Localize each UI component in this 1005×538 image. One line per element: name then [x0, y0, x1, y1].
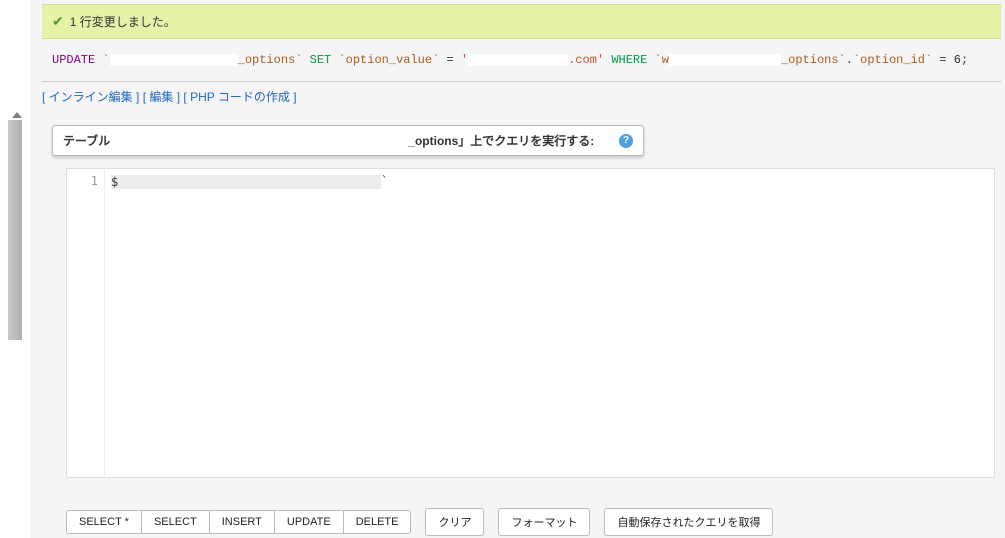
delete-button[interactable]: DELETE	[343, 510, 412, 534]
sql-token: _options`	[781, 53, 846, 67]
redacted-span	[669, 54, 781, 66]
sql-token: `	[102, 53, 109, 67]
insert-button[interactable]: INSERT	[209, 510, 274, 534]
help-icon[interactable]: ?	[619, 134, 633, 148]
table-label: テーブル	[63, 132, 110, 149]
sql-keyword-where: WHERE	[611, 53, 647, 67]
sql-token: 6	[954, 53, 961, 67]
sql-editor[interactable]: 1 $`	[66, 168, 995, 478]
select-star-button[interactable]: SELECT *	[66, 510, 141, 534]
left-sidebar-gutter	[0, 0, 30, 538]
sql-template-button-group: SELECT * SELECT INSERT UPDATE DELETE	[66, 510, 411, 534]
check-icon: ✔	[52, 13, 64, 30]
sql-token: ;	[961, 53, 968, 67]
create-php-code-link[interactable]: PHP コードの作成	[190, 90, 290, 104]
edit-link[interactable]: 編集	[149, 90, 173, 104]
editor-line-gutter: 1	[67, 169, 105, 477]
redacted-span	[468, 54, 568, 66]
sql-token: `w	[655, 53, 669, 67]
query-target-header: テーブル _options」上でクエリを実行する: ?	[52, 125, 644, 156]
sql-token: `option_id`	[853, 53, 932, 67]
success-message: 1 行変更しました。	[70, 13, 176, 30]
select-button[interactable]: SELECT	[141, 510, 209, 534]
collapse-arrow-icon[interactable]	[12, 112, 22, 118]
sql-query-display: UPDATE ` _options` SET `option_value` = '…	[52, 53, 1001, 67]
line-number: 1	[67, 174, 98, 188]
sql-token: =	[939, 53, 946, 67]
editor-content-tail: `	[381, 174, 388, 188]
sql-token: _options`	[238, 53, 303, 67]
sql-token: .com'	[568, 53, 604, 67]
sql-token: =	[446, 53, 453, 67]
collapse-handle[interactable]	[8, 120, 22, 340]
redacted-span	[110, 54, 238, 66]
format-button[interactable]: フォーマット	[498, 508, 590, 536]
bottom-toolbar: SELECT * SELECT INSERT UPDATE DELETE クリア…	[66, 508, 773, 536]
table-suffix-text: _options」上でクエリを実行する:	[408, 132, 594, 149]
success-banner: ✔ 1 行変更しました。	[42, 4, 1001, 39]
sql-token: .	[846, 53, 853, 67]
sql-token: '	[461, 53, 468, 67]
sql-keyword-set: SET	[310, 53, 332, 67]
action-links-row: [ インライン編集 ] [ 編集 ] [ PHP コードの作成 ]	[42, 81, 1001, 111]
update-button[interactable]: UPDATE	[274, 510, 343, 534]
editor-body[interactable]: $`	[105, 169, 994, 477]
get-autosaved-query-button[interactable]: 自動保存されたクエリを取得	[604, 508, 773, 536]
sql-token: `option_value`	[338, 53, 439, 67]
editor-content-highlight: $	[111, 175, 381, 189]
redacted-span	[114, 134, 404, 148]
main-content: ✔ 1 行変更しました。 UPDATE ` _options` SET `opti…	[30, 0, 1005, 538]
sql-keyword-update: UPDATE	[52, 53, 95, 67]
inline-edit-link[interactable]: インライン編集	[49, 90, 133, 104]
clear-button[interactable]: クリア	[425, 508, 484, 536]
